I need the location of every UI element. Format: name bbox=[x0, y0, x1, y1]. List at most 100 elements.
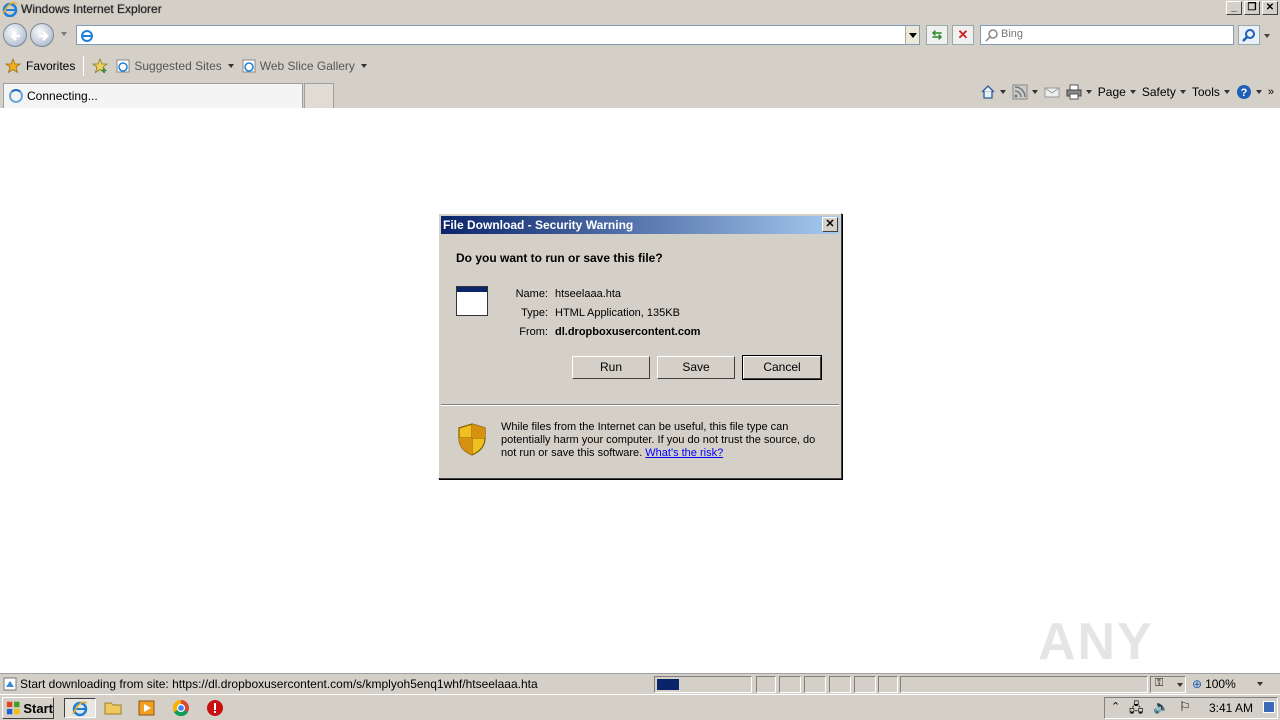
security-warning: While files from the Internet can be use… bbox=[501, 421, 831, 460]
minimize-button[interactable]: _ bbox=[1226, 1, 1242, 15]
type-value: HTML Application, 135KB bbox=[555, 306, 680, 319]
stop-button[interactable]: ✕ bbox=[952, 25, 974, 45]
ie-logo-icon bbox=[2, 2, 18, 17]
volume-icon[interactable]: 🔈 bbox=[1153, 699, 1169, 715]
forward-arrow-icon bbox=[39, 31, 49, 41]
ie-page-icon bbox=[242, 59, 256, 73]
refresh-icon: ⇆ bbox=[931, 28, 943, 42]
taskbar: Start ⌃ 🖧 🔈 ⚐ 3:41 AM bbox=[0, 694, 1280, 720]
restore-button[interactable]: ❐ bbox=[1244, 1, 1260, 15]
rss-feed-icon bbox=[1012, 84, 1028, 100]
favorites-bar: Favorites Suggested Sites Web Slice Gall… bbox=[0, 52, 1280, 80]
loading-spinner-icon bbox=[9, 89, 23, 103]
from-value: dl.dropboxusercontent.com bbox=[555, 325, 701, 338]
alert-circle-icon bbox=[207, 700, 223, 716]
show-desktop-icon[interactable] bbox=[1263, 701, 1275, 713]
taskbar-explorer-button[interactable] bbox=[102, 698, 124, 718]
safety-menu[interactable]: Safety bbox=[1142, 85, 1186, 99]
status-segment bbox=[854, 676, 876, 693]
web-slice-gallery-link[interactable]: Web Slice Gallery bbox=[242, 59, 367, 73]
whats-the-risk-link[interactable]: What's the risk? bbox=[645, 447, 723, 459]
search-options-dropdown[interactable] bbox=[1264, 34, 1270, 38]
read-mail-button[interactable] bbox=[1044, 84, 1060, 100]
media-player-icon bbox=[138, 700, 155, 716]
taskbar-media-player-button[interactable] bbox=[136, 698, 158, 718]
cancel-button[interactable]: Cancel bbox=[742, 355, 822, 380]
status-segment bbox=[878, 676, 898, 693]
back-button[interactable] bbox=[3, 23, 27, 47]
double-chevron-icon: » bbox=[1267, 86, 1274, 98]
safety-menu-label: Safety bbox=[1141, 85, 1176, 99]
more-commands-button[interactable]: » bbox=[1268, 86, 1274, 98]
lock-icon: ⚿ bbox=[1155, 677, 1164, 689]
title-bar: Windows Internet Explorer _ ❐ ✕ bbox=[0, 0, 1280, 18]
home-button[interactable] bbox=[980, 84, 1006, 100]
favorites-button[interactable]: Favorites bbox=[5, 58, 75, 74]
windows-logo-icon bbox=[6, 701, 20, 715]
address-field[interactable] bbox=[76, 25, 920, 45]
dialog-separator bbox=[441, 404, 839, 406]
folder-icon bbox=[104, 702, 122, 715]
chevron-down-icon bbox=[227, 64, 234, 68]
dialog-title: File Download - Security Warning bbox=[441, 216, 839, 234]
file-download-dialog: File Download - Security Warning ✕ Do yo… bbox=[438, 213, 842, 479]
address-toolbar: ⇆ ✕ bbox=[0, 18, 1280, 52]
taskbar-security-app-button[interactable] bbox=[204, 698, 226, 718]
zoom-control[interactable]: ⊕ 100% bbox=[1192, 677, 1263, 691]
protected-mode-button[interactable]: ⚿ bbox=[1150, 676, 1186, 693]
ie-logo-icon bbox=[72, 701, 88, 717]
progress-bar bbox=[654, 676, 752, 693]
forward-button[interactable] bbox=[30, 23, 54, 47]
chevron-down-icon bbox=[1177, 683, 1183, 687]
search-box[interactable] bbox=[980, 25, 1234, 45]
suggested-sites-link[interactable]: Suggested Sites bbox=[116, 59, 234, 73]
add-to-favorites-bar-button[interactable] bbox=[92, 58, 109, 74]
recent-pages-dropdown[interactable] bbox=[61, 32, 67, 36]
status-segment bbox=[829, 676, 851, 693]
tab-connecting[interactable]: Connecting... bbox=[3, 83, 303, 108]
page-menu[interactable]: Page bbox=[1098, 85, 1136, 99]
search-input[interactable] bbox=[1001, 28, 1221, 40]
address-dropdown-button[interactable] bbox=[905, 26, 919, 44]
action-center-flag-icon[interactable]: ⚐ bbox=[1179, 699, 1191, 715]
close-window-button[interactable]: ✕ bbox=[1262, 1, 1278, 15]
name-label: Name: bbox=[515, 287, 548, 300]
favorites-label: Favorites bbox=[26, 59, 76, 73]
new-tab-button[interactable] bbox=[304, 83, 334, 108]
name-value: htseelaaa.hta bbox=[555, 287, 622, 300]
chevron-down-icon bbox=[1031, 90, 1038, 94]
page-menu-label: Page bbox=[1097, 85, 1126, 99]
taskbar-chrome-button[interactable] bbox=[170, 698, 192, 718]
window-title: Windows Internet Explorer bbox=[21, 2, 162, 16]
save-button[interactable]: Save bbox=[657, 356, 735, 379]
network-icon[interactable]: 🖧 bbox=[1129, 699, 1144, 720]
ie-page-icon bbox=[116, 59, 130, 73]
show-hidden-icons-button[interactable]: ⌃ bbox=[1111, 700, 1120, 713]
status-bar: Start downloading from site: https://dl.… bbox=[0, 673, 1280, 694]
back-arrow-icon bbox=[10, 31, 20, 41]
clock[interactable]: 3:41 AM bbox=[1209, 701, 1253, 715]
feeds-button[interactable] bbox=[1012, 84, 1038, 100]
home-icon bbox=[981, 85, 995, 99]
search-icon bbox=[1242, 29, 1255, 42]
tab-bar: Connecting... Page Safety Tools ? » bbox=[0, 80, 1280, 108]
printer-icon bbox=[1066, 84, 1082, 100]
file-info: Name: htseelaaa.hta Type: HTML Applicati… bbox=[499, 284, 701, 341]
run-button[interactable]: Run bbox=[572, 356, 650, 379]
start-button[interactable]: Start bbox=[2, 697, 54, 719]
print-button[interactable] bbox=[1066, 84, 1092, 100]
tools-menu[interactable]: Tools bbox=[1192, 85, 1230, 99]
status-segment bbox=[900, 676, 1148, 693]
status-segment bbox=[804, 676, 826, 693]
dialog-question: Do you want to run or save this file? bbox=[456, 251, 663, 265]
tools-menu-label: Tools bbox=[1191, 85, 1220, 99]
status-text: Start downloading from site: https://dl.… bbox=[20, 677, 538, 691]
refresh-button[interactable]: ⇆ bbox=[926, 25, 948, 45]
dialog-close-button[interactable]: ✕ bbox=[822, 217, 838, 232]
help-menu[interactable]: ? bbox=[1236, 84, 1262, 100]
chevron-down-icon bbox=[999, 90, 1006, 94]
command-bar: Page Safety Tools ? » bbox=[980, 84, 1274, 100]
page-status-icon bbox=[3, 677, 17, 691]
search-button[interactable] bbox=[1238, 25, 1260, 45]
taskbar-ie-button[interactable] bbox=[64, 698, 96, 718]
